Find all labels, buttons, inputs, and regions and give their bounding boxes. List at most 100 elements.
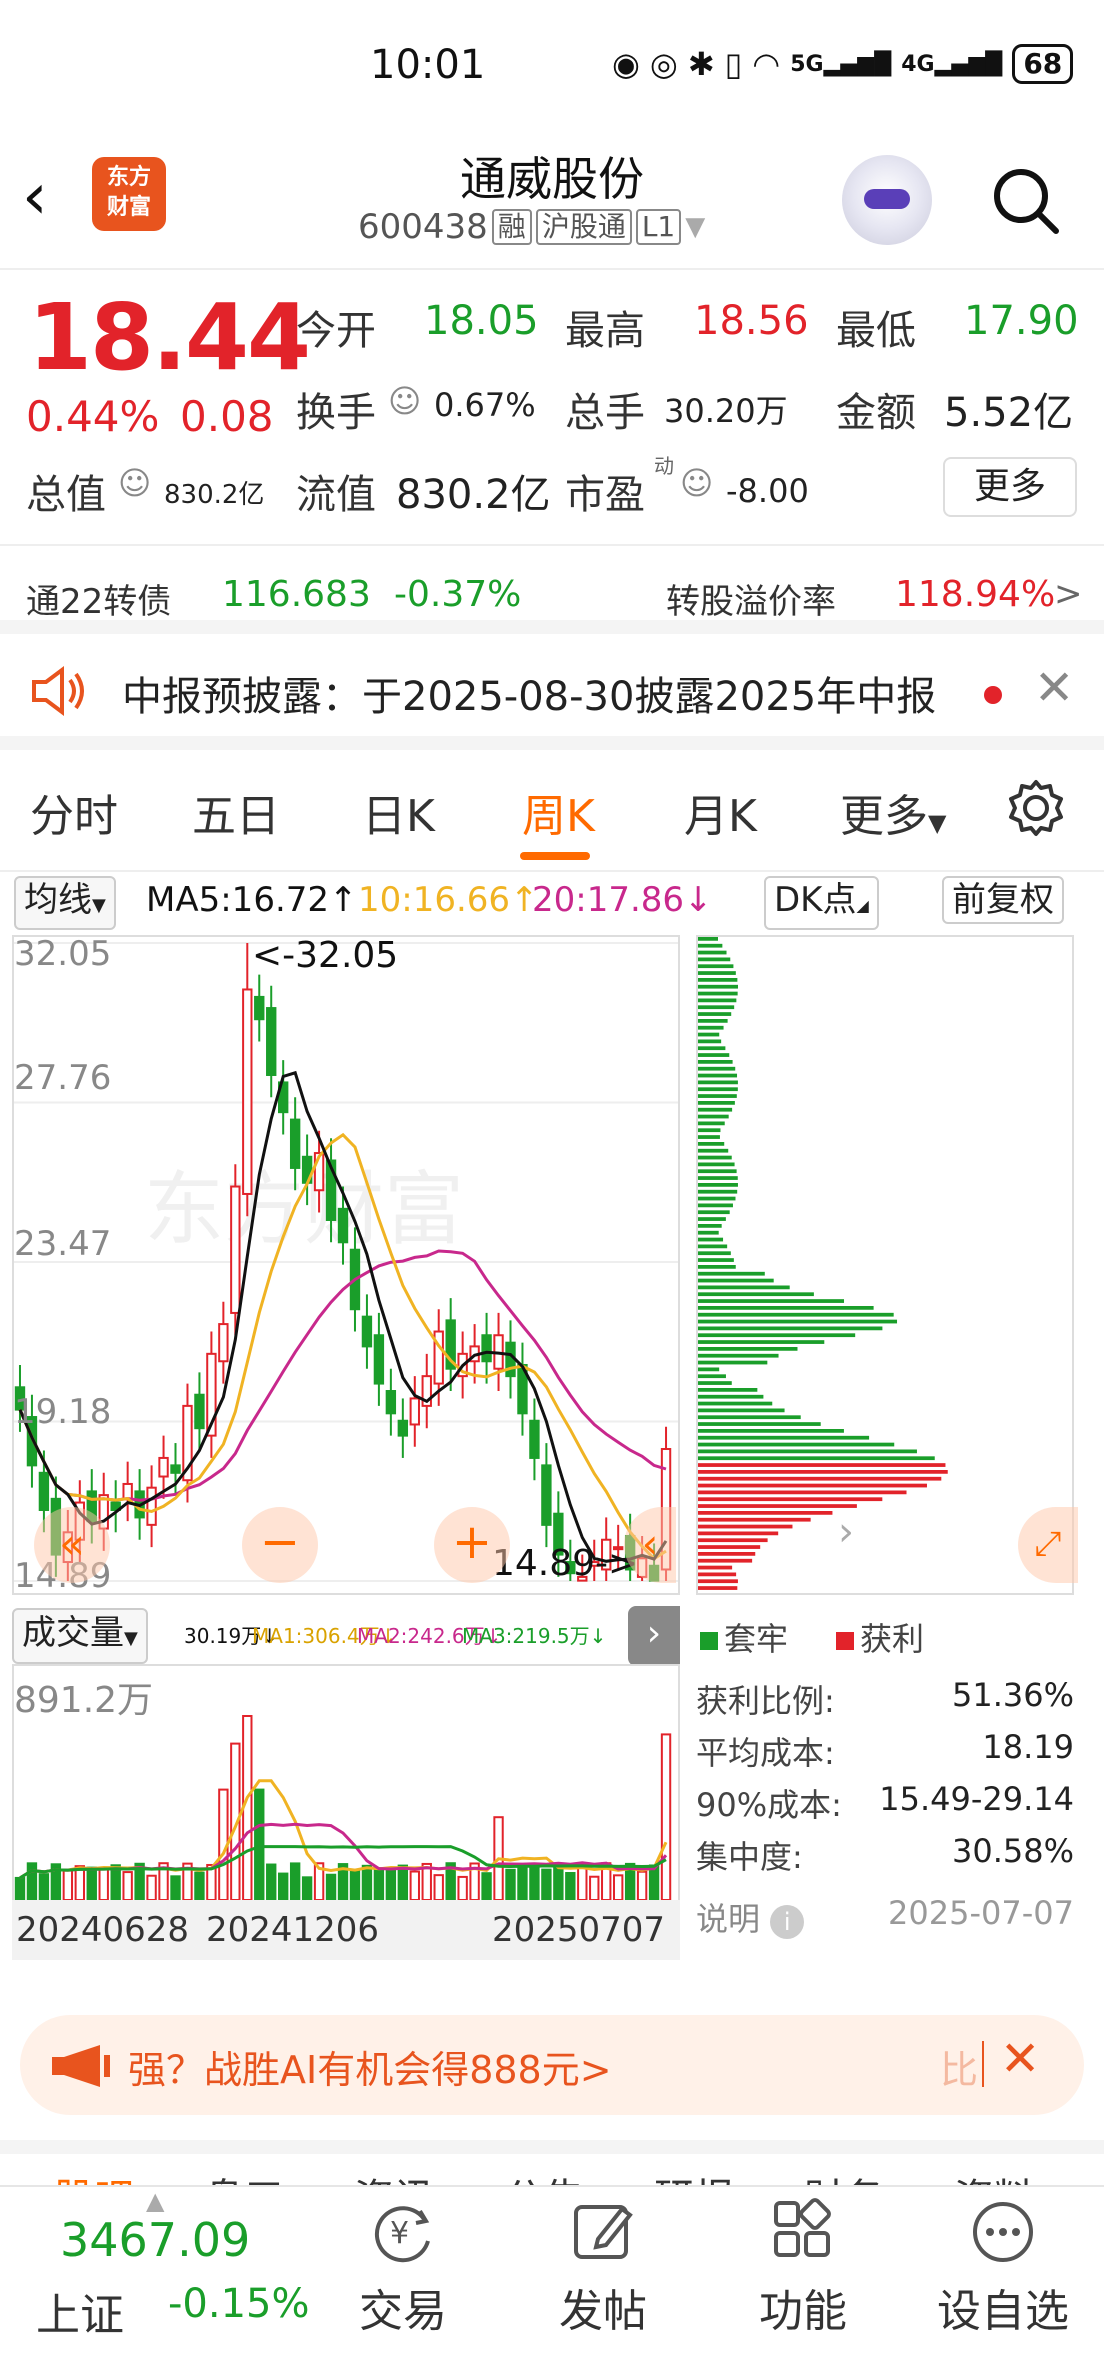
- tab-five-day[interactable]: 五日: [192, 780, 280, 844]
- nfc-icon: ◉: [612, 45, 640, 83]
- volume-svg: 891.2万: [14, 1680, 672, 1902]
- volume-bar: [481, 1872, 492, 1902]
- info-icon[interactable]: ☺: [680, 464, 713, 502]
- info-icon[interactable]: ☺: [388, 382, 421, 420]
- chip-bar: [698, 1552, 756, 1556]
- y-label-max: 32.05: [14, 937, 111, 974]
- robot-assistant-icon[interactable]: [842, 155, 932, 245]
- chip-bar: [698, 1483, 927, 1488]
- min-marker: 14.89->: [492, 1543, 638, 1584]
- volume-chart[interactable]: 891.2万: [12, 1664, 680, 1902]
- chip-bar: [698, 1107, 733, 1112]
- gear-icon[interactable]: [1006, 778, 1066, 838]
- notice-text: 中报预披露：于2025-08-30披露2025年中报: [122, 674, 937, 720]
- banner-tail: 比: [940, 2048, 979, 2092]
- chip-bar: [698, 1538, 768, 1543]
- volume-bar: [26, 1862, 38, 1901]
- info-icon[interactable]: ☺: [118, 464, 151, 502]
- float-cap-value: 830.2亿: [396, 472, 551, 518]
- amount-value: 5.52亿: [944, 390, 1074, 436]
- candle: [361, 1315, 373, 1348]
- volume-selector[interactable]: 成交量▼: [12, 1608, 148, 1664]
- chip-bar: [698, 971, 736, 975]
- close-icon[interactable]: ✕: [1034, 660, 1074, 716]
- wifi-icon: ◠: [752, 45, 781, 83]
- candle: [373, 1334, 385, 1385]
- chevron-up-icon[interactable]: ▲: [146, 2187, 164, 2215]
- search-icon[interactable]: [990, 165, 1062, 237]
- chip-bar: [698, 991, 738, 996]
- chip-bar: [698, 1012, 732, 1016]
- chip-bar: [698, 1203, 733, 1208]
- total-cap-value: 830.2亿: [164, 480, 265, 510]
- y-label-2: 27.76: [14, 1058, 111, 1098]
- chip-bar: [698, 1360, 768, 1365]
- tab-more[interactable]: 更多▼: [840, 780, 946, 844]
- chip-bar: [698, 998, 737, 1003]
- candle: [38, 1471, 50, 1511]
- chevron-right-icon[interactable]: ›: [838, 1509, 854, 1555]
- low-value: 17.90: [964, 298, 1079, 344]
- signal-4g-icon: 4G▂▄▆█: [901, 51, 1003, 77]
- volume-bar: [589, 1875, 600, 1901]
- bottom-nav: ▲ 3467.09 上证 -0.15% ¥ 交易 发帖 功能 设自选: [0, 2185, 1104, 2376]
- chip-bar: [698, 1135, 720, 1139]
- chip-bar: [698, 1401, 773, 1406]
- zoom-out-icon[interactable]: −: [242, 1507, 318, 1583]
- date-label-3: 20250707: [492, 1910, 666, 1950]
- megaphone-icon: [52, 2045, 110, 2087]
- more-dots-icon: [973, 2202, 1033, 2262]
- candle: [397, 1419, 409, 1437]
- tab-intraday[interactable]: 分时: [30, 780, 118, 844]
- zoom-in-icon[interactable]: +: [434, 1507, 510, 1583]
- nav-functions[interactable]: 功能: [728, 2197, 878, 2339]
- candle: [146, 1486, 157, 1526]
- nav-trade[interactable]: ¥ 交易: [328, 2197, 478, 2339]
- more-button[interactable]: 更多: [943, 457, 1077, 517]
- chip-bar: [698, 1278, 774, 1283]
- tab-weekly-k[interactable]: 周K: [522, 780, 595, 844]
- nav-post-label: 发帖: [559, 2286, 647, 2337]
- nav-add-watchlist[interactable]: 设自选: [928, 2197, 1078, 2339]
- promo-banner[interactable]: 强？战胜AI有机会得888元> 比 ✕: [20, 2015, 1084, 2115]
- volume-bar: [38, 1873, 50, 1901]
- tab-daily-k[interactable]: 日K: [362, 780, 435, 844]
- chip-bar: [698, 1183, 738, 1187]
- chip-bar: [698, 1155, 732, 1160]
- premium-value: 118.94%: [895, 574, 1056, 615]
- candle: [266, 1007, 277, 1076]
- volume-bar: [385, 1867, 397, 1901]
- nav-post[interactable]: 发帖: [528, 2197, 678, 2339]
- chip-bar: [698, 1463, 946, 1467]
- volume-bar: [254, 1788, 265, 1901]
- dk-point-selector[interactable]: DK点◢: [764, 876, 879, 930]
- chip-distribution[interactable]: › ⤢: [696, 935, 1078, 1595]
- quote-panel: 18.44 0.44% 0.08 今开 18.05 最高 18.56 最低 17…: [0, 272, 1104, 667]
- chip-bar: [698, 957, 731, 962]
- stock-code-row[interactable]: 600438 融 沪股通 L1 ▼: [358, 207, 705, 247]
- scroll-left-icon[interactable]: «: [34, 1507, 110, 1583]
- chip-bar: [698, 1217, 726, 1221]
- adjust-selector[interactable]: 前复权: [942, 876, 1064, 924]
- indicator-selector[interactable]: 均线▼: [14, 876, 116, 930]
- candle: [158, 1456, 169, 1478]
- candle: [170, 1464, 181, 1474]
- divider: [982, 2041, 984, 2087]
- chip-bar: [698, 1299, 845, 1303]
- index-value[interactable]: 3467.09: [60, 2213, 250, 2267]
- volume-bar: [266, 1863, 277, 1902]
- tab-monthly-k[interactable]: 月K: [684, 780, 757, 844]
- stat-note-row[interactable]: 说明 i 2025-07-07: [696, 1894, 1074, 1940]
- candlestick-chart[interactable]: 东方财富 32.05 27.76 23.47 19.18 14.89 <-32.…: [12, 934, 680, 1596]
- close-icon[interactable]: ✕: [1000, 2031, 1040, 2087]
- notice-bar[interactable]: 中报预披露：于2025-08-30披露2025年中报 ✕: [0, 620, 1104, 750]
- chip-bar: [698, 943, 723, 948]
- chip-bar: [698, 1340, 825, 1344]
- chip-bar: [698, 1073, 738, 1078]
- chip-bar: [698, 1449, 917, 1454]
- candle: [541, 1464, 552, 1526]
- chip-bar: [698, 1442, 895, 1447]
- chip-bar: [698, 1114, 729, 1119]
- stock-code: 600438: [358, 207, 488, 247]
- expand-panel-icon[interactable]: ›: [628, 1606, 680, 1666]
